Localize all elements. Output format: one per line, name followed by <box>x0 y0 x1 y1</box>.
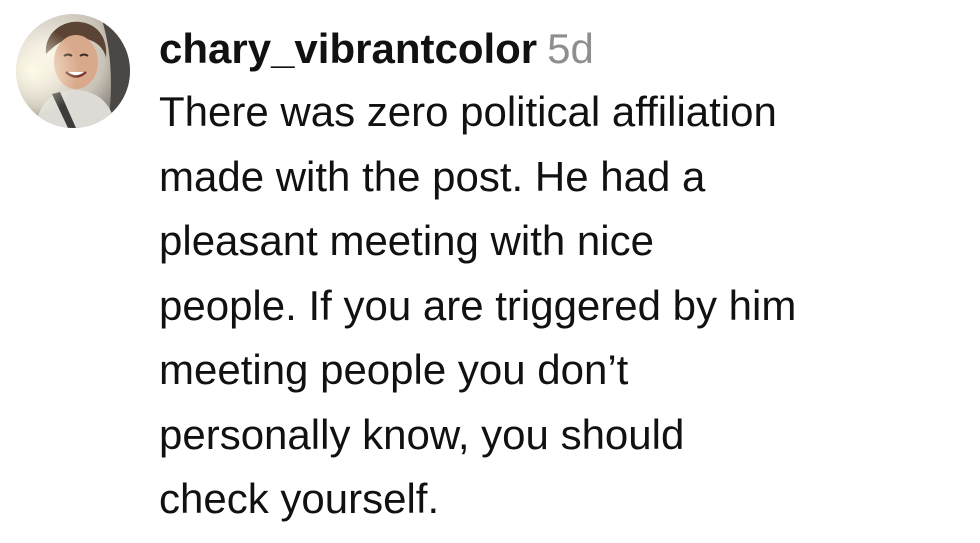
comment-body: chary_vibrantcolor 5d There was zero poli… <box>159 22 974 532</box>
comment-text-line: There was zero political affiliation <box>159 88 777 135</box>
comment-text-line: pleasant meeting with nice <box>159 217 654 264</box>
comment-text-line: personally know, you should <box>159 410 685 458</box>
timestamp[interactable]: 5d <box>547 25 594 72</box>
comment-header: chary_vibrantcolor 5d <box>159 22 974 76</box>
comment: chary_vibrantcolor 5d There was zero poli… <box>0 0 980 543</box>
comment-text-line: check yourself. <box>159 475 440 522</box>
avatar[interactable] <box>16 14 130 128</box>
profile-photo <box>16 14 130 128</box>
username-link[interactable]: chary_vibrantcolor <box>159 25 537 72</box>
comment-text: There was zero political affiliation mad… <box>159 80 974 532</box>
comment-text-line: made with the post. He had a <box>159 152 706 200</box>
comment-text-line: people. If you are triggered by him <box>159 281 797 329</box>
comment-text-line: meeting people you don’t <box>159 346 629 393</box>
